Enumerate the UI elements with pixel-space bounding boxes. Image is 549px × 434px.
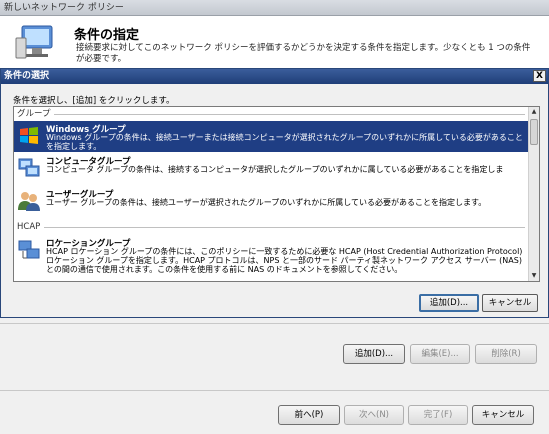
back-button[interactable]: 前へ(P) [278, 405, 340, 425]
finish-button[interactable]: 完了(F) [408, 405, 468, 425]
scroll-down-icon[interactable]: ▼ [529, 271, 539, 281]
divider [0, 390, 549, 391]
wizard-cancel-button[interactable]: キャンセル [472, 405, 534, 425]
windows-group-icon [20, 127, 38, 144]
computer-group-icon [18, 158, 40, 177]
item-description: ユーザー グループの条件は、接続ユーザーが選択されたグループのいずれかに所属して… [46, 198, 487, 207]
item-description: コンピュータ グループの条件は、接続するコンピュータが選択したグループのいずれか… [46, 165, 504, 174]
add-condition-button[interactable]: 追加(D)... [343, 344, 405, 364]
next-button[interactable]: 次へ(N) [344, 405, 404, 425]
edit-condition-button[interactable]: 編集(E)... [410, 344, 470, 364]
dialog-cancel-button[interactable]: キャンセル [482, 294, 538, 312]
dialog-title-bar: 条件の選択 X [1, 69, 548, 84]
group-divider [54, 114, 525, 115]
user-group-icon [18, 192, 40, 211]
divider [0, 323, 549, 324]
group-header-label: HCAP [17, 222, 41, 232]
dialog-title: 条件の選択 [4, 71, 50, 81]
group-divider [44, 227, 525, 228]
group-header-label: グループ [17, 109, 51, 119]
list-scrollbar[interactable]: ▲ ▼ [528, 107, 539, 281]
list-item-location-group[interactable]: ロケーショングループ HCAP ロケーション グループの条件には、このポリシーに… [14, 235, 529, 279]
list-item-windows-group[interactable]: Windows グループ Windows グループの条件は、接続ユーザーまたは接… [14, 121, 529, 152]
item-description: Windows グループの条件は、接続ユーザーまたは接続コンピュータが選択された… [46, 133, 523, 151]
list-item-computer-group[interactable]: コンピュータグループ コンピュータ グループの条件は、接続するコンピュータが選択… [14, 153, 529, 184]
scroll-thumb[interactable] [530, 119, 538, 145]
close-icon: X [536, 71, 543, 81]
wizard-header: 条件の指定 接続要求に対してこのネットワーク ポリシーを評価するかどうかを決定す… [0, 16, 549, 70]
page-description: 接続要求に対してこのネットワーク ポリシーを評価するかどうかを決定する条件を指定… [76, 43, 531, 64]
close-button[interactable]: X [533, 70, 546, 82]
dialog-instruction: 条件を選択し、[追加] をクリックします。 [13, 96, 175, 106]
page-title: 条件の指定 [74, 28, 140, 43]
scroll-up-icon[interactable]: ▲ [529, 107, 539, 117]
network-policy-icon [15, 25, 53, 59]
condition-list[interactable]: グループ Windows グループ Windows グループの条件は、接続ユーザ… [13, 106, 540, 282]
remove-condition-button[interactable]: 削除(R) [475, 344, 537, 364]
group-header-hcap: HCAP [14, 221, 529, 233]
dialog-add-button[interactable]: 追加(D)... [419, 294, 479, 312]
list-item-user-group[interactable]: ユーザーグループ ユーザー グループの条件は、接続ユーザーが選択されたグループの… [14, 186, 529, 217]
location-group-icon [18, 240, 40, 259]
item-description: HCAP ロケーション グループの条件には、このポリシーに一致するために必要な … [46, 247, 523, 274]
select-condition-dialog: 条件の選択 X 条件を選択し、[追加] をクリックします。 グループ Windo… [0, 68, 549, 318]
window-title: 新しいネットワーク ポリシー [0, 0, 549, 16]
group-header-groups: グループ [14, 108, 529, 120]
